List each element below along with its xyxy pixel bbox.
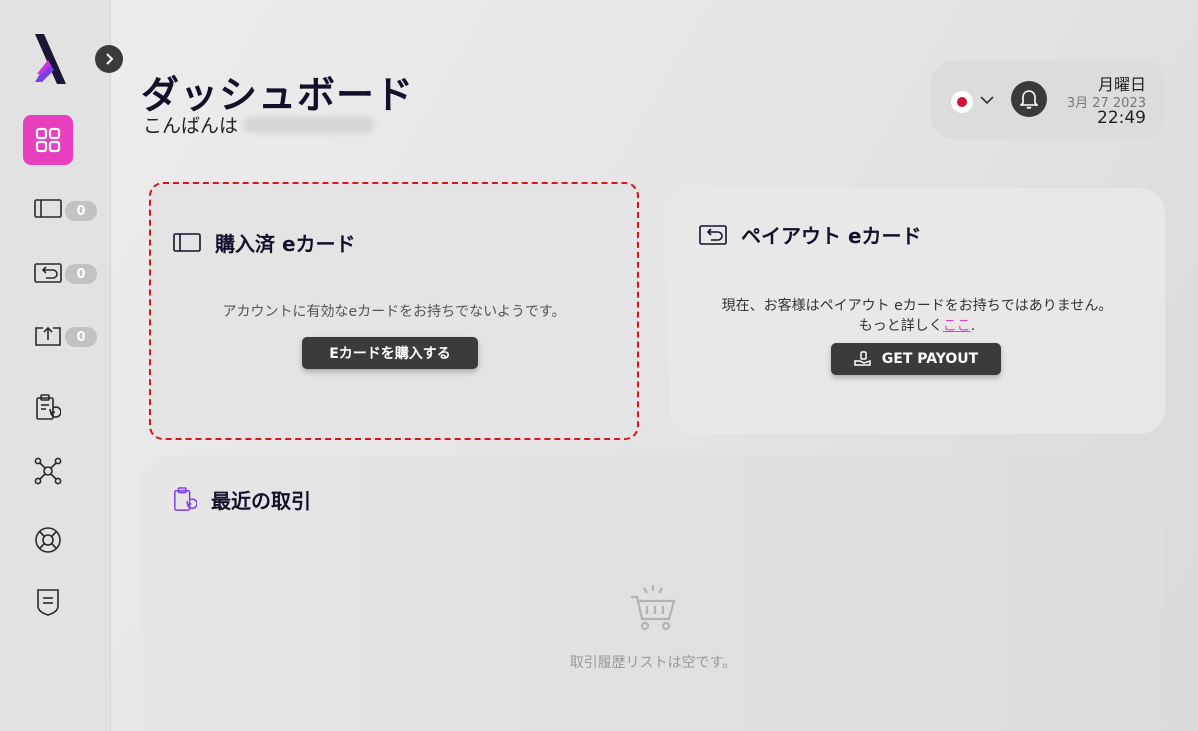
bell-icon <box>1020 89 1038 109</box>
empty-cart-icon <box>629 583 677 633</box>
buy-ecard-label: Eカードを購入する <box>329 346 451 362</box>
card-icon <box>34 198 62 220</box>
chevron-right-icon <box>102 52 116 66</box>
app-root: 0 0 0 ダッシュボード こんばんは 月曜日 3月 27 2023 22:49… <box>0 0 1198 731</box>
language-dropdown[interactable] <box>979 94 995 106</box>
sidebar-item-network[interactable] <box>34 457 62 485</box>
sidebar-item-transactions[interactable] <box>35 394 61 422</box>
chevron-down-icon <box>979 94 995 106</box>
payout-card-title: ペイアウト eカード <box>741 224 922 248</box>
sidebar-toggle-button[interactable] <box>95 45 123 73</box>
lifebuoy-icon <box>34 526 62 554</box>
greeting: こんばんは <box>143 111 375 138</box>
purchased-card-title: 購入済 eカード <box>215 232 356 256</box>
payout-card-icon <box>34 262 62 284</box>
buy-ecard-button[interactable]: Eカードを購入する <box>302 337 478 369</box>
clipboard-history-icon <box>173 486 197 514</box>
dashboard-grid-icon <box>34 126 62 154</box>
sidebar-item-payout-cards[interactable] <box>34 262 62 284</box>
sidebar-item-purchased-cards[interactable] <box>34 198 62 220</box>
payout-ecards-card: ペイアウト eカード 現在、お客様はペイアウト eカードをお持ちではありません。… <box>669 188 1165 434</box>
payout-message-line2: もっと詳しくここ. <box>669 316 1165 336</box>
get-payout-label: GET PAYOUT <box>881 351 979 367</box>
badge-purchased: 0 <box>65 201 97 221</box>
recent-title: 最近の取引 <box>211 489 311 513</box>
sidebar-item-security[interactable] <box>36 588 60 616</box>
header-widget: 月曜日 3月 27 2023 22:49 <box>931 61 1166 139</box>
payout-message-prefix: もっと詳しく <box>858 318 943 334</box>
payout-message-line1: 現在、お客様はペイアウト eカードをお持ちではありません。 <box>721 298 1113 314</box>
purchased-ecards-card: 購入済 eカード アカウントに有効なeカードをお持ちでないようです。 Eカードを… <box>149 182 639 440</box>
payout-card-header: ペイアウト eカード <box>699 220 922 249</box>
purchased-card-message: アカウントに有効なeカードをお持ちでないようです。 <box>222 304 566 320</box>
network-icon <box>34 457 62 485</box>
badge-upload: 0 <box>65 327 97 347</box>
sidebar-item-upload-cards[interactable] <box>34 325 62 347</box>
empty-transactions-text: 取引履歴リストは空です。 <box>569 655 737 671</box>
payout-message-suffix: . <box>970 318 976 334</box>
sidebar-item-dashboard[interactable] <box>23 115 73 165</box>
badge-payout: 0 <box>65 264 97 284</box>
clipboard-history-icon <box>35 394 61 422</box>
sidebar: 0 0 0 <box>0 0 110 731</box>
recent-transactions-card: 最近の取引 取引履歴リストは空です。 <box>141 455 1165 731</box>
payout-card-icon <box>699 224 727 246</box>
hand-money-icon <box>854 351 872 367</box>
card-icon <box>173 232 201 253</box>
recent-header: 最近の取引 <box>173 485 311 514</box>
get-payout-button[interactable]: GET PAYOUT <box>831 343 1001 375</box>
greeting-text: こんばんは <box>143 115 239 137</box>
notifications-button[interactable] <box>1011 81 1047 117</box>
shield-doc-icon <box>36 588 60 616</box>
user-name-redacted <box>244 116 375 133</box>
upload-card-icon <box>34 325 62 347</box>
japan-flag-icon[interactable] <box>951 91 973 113</box>
sidebar-item-support[interactable] <box>34 526 62 554</box>
datetime-time: 22:49 <box>1097 108 1146 128</box>
brand-logo[interactable] <box>32 32 68 86</box>
payout-card-message: 現在、お客様はペイアウト eカードをお持ちではありません。 もっと詳しくここ. <box>669 296 1165 336</box>
purchased-card-header: 購入済 eカード <box>173 228 356 257</box>
main-content: ダッシュボード こんばんは 月曜日 3月 27 2023 22:49 購入済 e… <box>110 0 1198 731</box>
learn-more-link[interactable]: ここ <box>943 318 971 334</box>
